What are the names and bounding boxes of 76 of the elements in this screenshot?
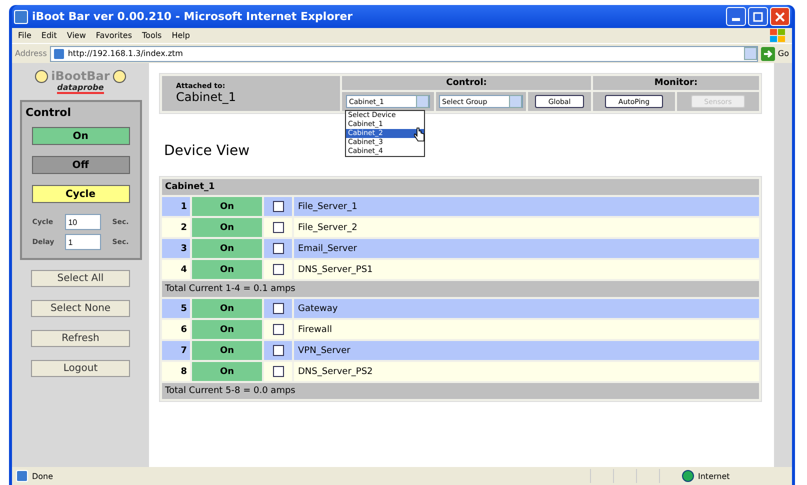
window-title: iBoot Bar ver 0.00.210 - Microsoft Internet Explorer [32, 10, 354, 23]
table-title: Cabinet_1 [162, 179, 759, 195]
menu-item[interactable]: Help [172, 31, 190, 40]
cycle-button[interactable]: Cycle [32, 185, 130, 203]
maker-logo: dataprobe [57, 83, 104, 94]
outlet-name: DNS_Server_PS1 [294, 260, 759, 279]
panel-title: Control [26, 106, 71, 119]
page-icon [16, 470, 28, 482]
outlet-number: 5 [162, 299, 190, 318]
checkbox[interactable] [272, 366, 284, 377]
menu-item[interactable]: Edit [41, 31, 57, 40]
menu-item[interactable]: Favorites [96, 31, 132, 40]
minimize-icon [732, 18, 740, 21]
zone-label: Internet [698, 472, 731, 480]
sidebar-button[interactable]: Refresh [31, 330, 130, 347]
total-current: Total Current 1-4 = 0.1 amps [162, 281, 759, 297]
outlet-state: On [192, 239, 262, 258]
page-icon [14, 10, 28, 24]
checkbox[interactable] [272, 303, 284, 314]
go-button[interactable]: Go [778, 49, 789, 58]
outlet-state: On [192, 260, 262, 279]
maximize-button[interactable] [748, 7, 768, 26]
globe-icon [682, 470, 694, 482]
menu-item[interactable]: File [18, 31, 32, 40]
outlet-number: 6 [162, 320, 190, 339]
outlet-state: On [192, 320, 262, 339]
outlet-name: DNS_Server_PS2 [294, 362, 759, 381]
close-icon [775, 12, 785, 22]
sidebar-button[interactable]: Logout [31, 360, 130, 377]
checkbox[interactable] [272, 324, 284, 335]
outlet-state: On [192, 299, 262, 318]
brand-name: iBootBar [51, 69, 110, 83]
checkbox[interactable] [272, 201, 284, 212]
menu-item[interactable]: View [66, 31, 86, 40]
go-arrow-icon[interactable] [760, 46, 775, 60]
status-text: Done [32, 472, 54, 480]
outlet-number: 4 [162, 260, 190, 279]
outlet-number: 7 [162, 341, 190, 360]
outlet-state: On [192, 197, 262, 216]
outlet-number: 2 [162, 218, 190, 237]
outlet-number: 1 [162, 197, 190, 216]
on-button[interactable]: On [32, 127, 130, 145]
input-field[interactable]: 10 [65, 214, 102, 230]
page-title: Device View [164, 143, 250, 159]
outlet-name: Gateway [294, 299, 759, 318]
address-label: Address [15, 49, 47, 58]
outlet-number: 8 [162, 362, 190, 381]
checkbox[interactable] [272, 345, 284, 356]
sidebar-button[interactable]: Select All [31, 270, 130, 287]
outlet-name: File_Server_2 [294, 218, 759, 237]
checkbox[interactable] [272, 243, 284, 254]
off-button[interactable]: Off [32, 156, 130, 174]
outlet-number: 3 [162, 239, 190, 258]
address-field[interactable]: http://192.168.1.3/index.ztm [50, 46, 758, 62]
outlet-name: Email_Server [294, 239, 759, 258]
input-field[interactable]: 1 [65, 234, 102, 250]
close-button[interactable] [770, 7, 790, 26]
outlet-state: On [192, 218, 262, 237]
menu-item[interactable]: Tools [142, 31, 162, 40]
column-header: Control: [342, 76, 591, 90]
attached-device: Cabinet_1 [176, 90, 238, 104]
column-header: Monitor: [593, 76, 759, 90]
windows-flag-icon [770, 28, 786, 42]
sidebar-button[interactable]: Select None [31, 300, 130, 317]
outlet-name: VPN_Server [294, 341, 759, 360]
outlet-name: Firewall [294, 320, 759, 339]
scrollbar-track[interactable] [774, 63, 792, 467]
outlet-state: On [192, 362, 262, 381]
maximize-icon [753, 12, 763, 22]
outlet-name: File_Server_1 [294, 197, 759, 216]
total-current: Total Current 5-8 = 0.0 amps [162, 383, 759, 399]
checkbox[interactable] [272, 264, 284, 275]
outlet-state: On [192, 341, 262, 360]
minimize-button[interactable] [726, 7, 746, 26]
page-icon [52, 48, 65, 60]
checkbox[interactable] [272, 222, 284, 233]
